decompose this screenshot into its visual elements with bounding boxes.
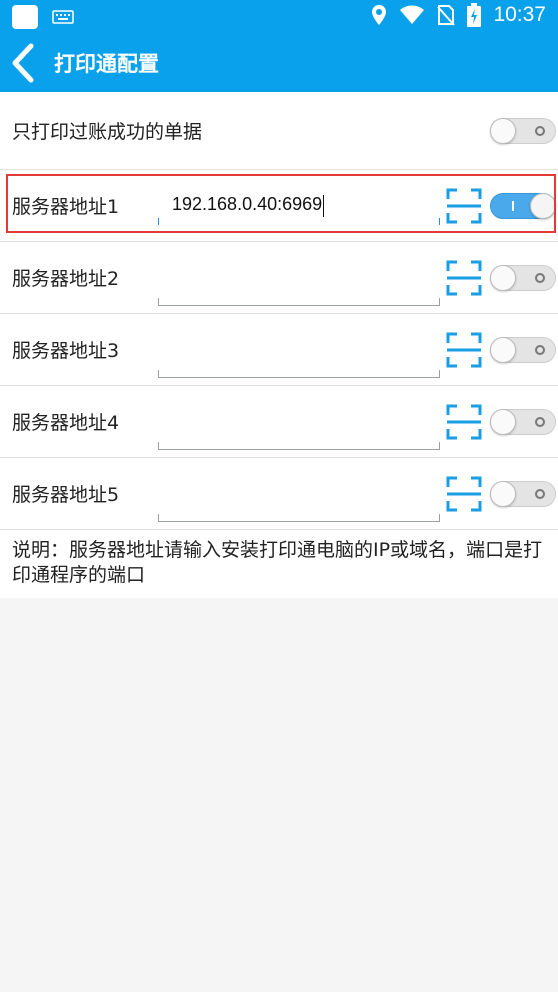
server-toggle-4[interactable] <box>490 408 556 435</box>
scan-icon[interactable] <box>446 332 482 368</box>
only-posted-label: 只打印过账成功的单据 <box>12 121 203 143</box>
page-title: 打印通配置 <box>54 52 159 76</box>
server-row-5: 服务器地址5 <box>0 458 558 530</box>
server-label-4: 服务器地址4 <box>12 412 120 434</box>
scan-icon[interactable] <box>446 188 482 224</box>
only-posted-row: 只打印过账成功的单据 <box>0 92 558 170</box>
server-row-4: 服务器地址4 <box>0 386 558 458</box>
scan-icon[interactable] <box>446 404 482 440</box>
server-input-1-value: 192.168.0.40:6969 <box>172 194 325 217</box>
server-label-5: 服务器地址5 <box>12 484 120 506</box>
no-sim-icon <box>437 5 456 26</box>
scan-icon[interactable] <box>446 260 482 296</box>
chevron-left-icon <box>12 43 34 83</box>
app-bar: 打印通配置 <box>0 34 558 92</box>
battery-charging-icon <box>467 3 482 27</box>
server-input-2[interactable] <box>158 298 440 306</box>
server-row-1: 服务器地址1 192.168.0.40:6969 <box>0 170 558 242</box>
server-label-3: 服务器地址3 <box>12 340 120 362</box>
wifi-icon <box>400 5 425 24</box>
server-input-4[interactable] <box>158 442 440 450</box>
server-row-3: 服务器地址3 <box>0 314 558 386</box>
server-label-1: 服务器地址1 <box>12 196 120 218</box>
text-cursor <box>323 194 325 217</box>
location-pin-icon <box>372 5 387 25</box>
app-square-icon <box>12 5 38 29</box>
server-toggle-5[interactable] <box>490 480 556 507</box>
settings-list: 只打印过账成功的单据 服务器地址1 192.168.0.40:6969 服务器地… <box>0 92 558 598</box>
scan-icon[interactable] <box>446 476 482 512</box>
server-input-3[interactable] <box>158 370 440 378</box>
back-button[interactable] <box>0 34 46 92</box>
clock-time: 10:37 <box>493 3 546 26</box>
server-label-2: 服务器地址2 <box>12 268 120 290</box>
keyboard-icon <box>52 10 74 24</box>
server-toggle-1[interactable] <box>490 192 556 219</box>
server-toggle-3[interactable] <box>490 336 556 363</box>
only-posted-toggle[interactable] <box>490 117 556 144</box>
server-row-2: 服务器地址2 <box>0 242 558 314</box>
server-toggle-2[interactable] <box>490 264 556 291</box>
help-note: 说明：服务器地址请输入安装打印通电脑的IP或域名，端口是打印通程序的端口 <box>0 530 558 598</box>
server-input-5[interactable] <box>158 514 440 522</box>
server-input-1[interactable] <box>158 218 440 226</box>
status-bar: 10:37 <box>0 0 558 34</box>
